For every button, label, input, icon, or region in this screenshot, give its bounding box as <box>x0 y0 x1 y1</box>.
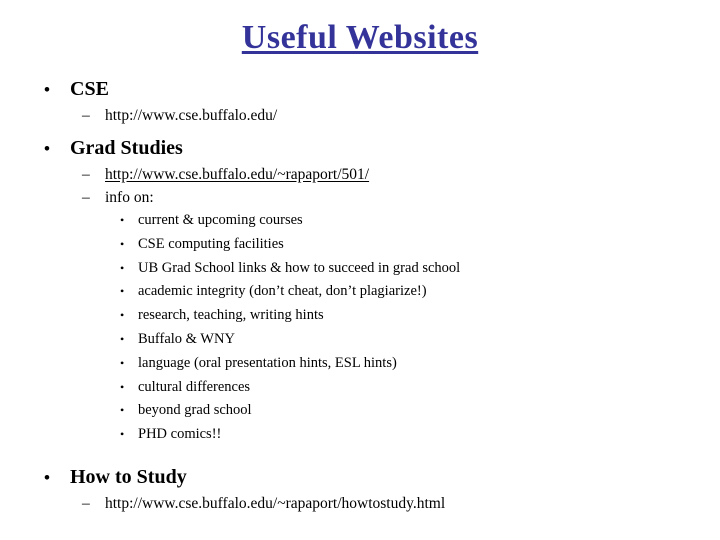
info-on-label: info on: <box>105 189 154 206</box>
bullet-marker-icon: • <box>44 80 50 99</box>
list-item: • academic integrity (don’t cheat, don’t … <box>0 280 720 304</box>
list-item: • PHD comics!! <box>0 423 720 447</box>
list-item: • research, teaching, writing hints <box>0 304 720 328</box>
bullet-marker-icon: • <box>120 260 125 275</box>
bullet-marker-icon: • <box>120 403 125 418</box>
bullet-level2-grad-url: – http://www.cse.buffalo.edu/~rapaport/5… <box>0 163 720 186</box>
bullet-level1-grad-studies: • Grad Studies <box>0 134 720 163</box>
bullet-marker-icon: • <box>120 355 125 370</box>
bullet-level1-cse: • CSE <box>0 75 720 104</box>
list-item: • UB Grad School links & how to succeed i… <box>0 257 720 281</box>
bullet-marker-icon: • <box>120 331 125 346</box>
bullet-marker-icon: • <box>120 308 125 323</box>
list-item-label: Buffalo & WNY <box>138 330 235 347</box>
dash-marker-icon: – <box>82 494 90 512</box>
bullet-level1-grad-studies-label: Grad Studies <box>70 137 183 159</box>
list-item-label: academic integrity (don’t cheat, don’t p… <box>138 283 427 300</box>
bullet-marker-icon: • <box>44 139 50 158</box>
page-title-text: Useful Websites <box>241 19 479 56</box>
list-item-label: language (oral presentation hints, ESL h… <box>138 354 397 371</box>
bullet-marker-icon: • <box>120 427 125 442</box>
bullet-level2-howto-url: – http://www.cse.buffalo.edu/~rapaport/h… <box>0 492 720 515</box>
list-item: • Buffalo & WNY <box>0 328 720 352</box>
page-title: Useful Websites <box>0 20 720 56</box>
list-item: • CSE computing facilities <box>0 233 720 257</box>
howtostudy-url-text: http://www.cse.buffalo.edu/~rapaport/how… <box>105 494 446 512</box>
bullet-level1-cse-label: CSE <box>70 78 109 100</box>
cse-url-text: http://www.cse.buffalo.edu/ <box>105 107 278 124</box>
slide-body: • CSE – http://www.cse.buffalo.edu/ • Gr… <box>0 74 720 515</box>
dash-marker-icon: – <box>82 189 90 206</box>
bullet-marker-icon: • <box>120 379 125 394</box>
info-items-list: • current & upcoming courses • CSE computin… <box>0 209 720 447</box>
list-item: • beyond grad school <box>0 399 720 423</box>
list-item: • current & upcoming courses <box>0 209 720 233</box>
list-item-label: CSE computing facilities <box>138 235 284 252</box>
slide: Useful Websites • CSE – http://www.cse.b… <box>0 0 720 540</box>
list-item: • language (oral presentation hints, ESL … <box>0 352 720 376</box>
list-item-label: UB Grad School links & how to succeed in… <box>138 259 461 276</box>
list-item-label: beyond grad school <box>138 402 252 419</box>
dash-marker-icon: – <box>82 107 90 124</box>
bullet-marker-icon: • <box>120 213 125 227</box>
list-item-label: research, teaching, writing hints <box>138 307 324 324</box>
bullet-level1-how-to-study: • How to Study <box>0 463 720 492</box>
bullet-marker-icon: • <box>120 236 125 251</box>
list-item-label: cultural differences <box>138 378 251 395</box>
bullet-marker-icon: • <box>120 284 125 299</box>
list-item-label: PHD comics!! <box>138 426 222 443</box>
grad-studies-url-link[interactable]: http://www.cse.buffalo.edu/~rapaport/501… <box>105 163 369 186</box>
bullet-level1-how-to-study-label: How to Study <box>70 465 187 488</box>
list-item-label: current & upcoming courses <box>138 212 303 228</box>
bullet-level2-info-on: – info on: <box>0 186 720 209</box>
dash-marker-icon: – <box>82 166 90 183</box>
bullet-level2-cse-url: – http://www.cse.buffalo.edu/ <box>0 104 720 127</box>
list-item: • cultural differences <box>0 376 720 400</box>
bullet-marker-icon: • <box>44 467 50 487</box>
